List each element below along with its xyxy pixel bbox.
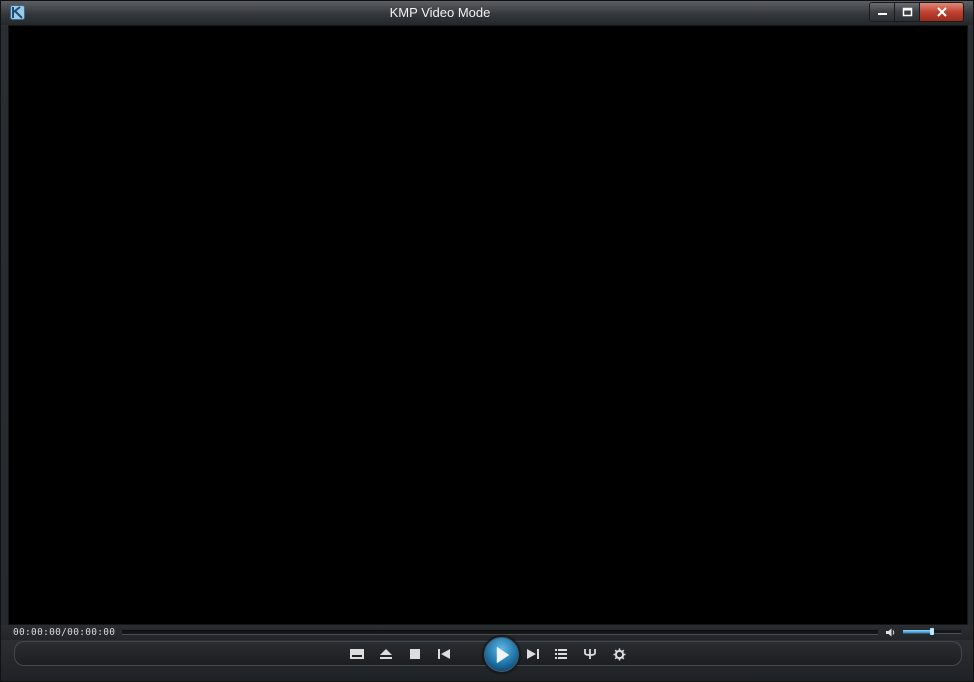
window-title: KMP Video Mode [389,5,491,20]
volume-slider[interactable] [903,628,961,635]
video-area[interactable] [8,25,968,625]
previous-track-icon [438,649,450,659]
control-panel [14,636,962,673]
subtitle-button[interactable] [346,643,368,665]
playlist-button[interactable] [550,643,572,665]
seek-bar[interactable] [122,630,878,635]
equalizer-icon [584,649,596,659]
equalizer-button[interactable] [579,643,601,665]
window-controls [869,2,964,22]
next-button[interactable] [522,643,544,665]
close-icon [936,7,947,17]
eject-button[interactable] [375,643,397,665]
time-display: 00:00:00/00:00:00 [13,627,116,638]
playlist-icon [555,649,567,659]
minimize-icon [877,13,887,15]
previous-button[interactable] [433,643,455,665]
maximize-icon [902,7,912,17]
seek-row: 00:00:00/00:00:00 [1,625,973,640]
play-icon [496,646,509,663]
eject-icon [380,649,392,659]
gear-icon [613,648,625,660]
subtitle-icon [350,649,364,659]
play-button[interactable] [483,636,520,673]
minimize-button[interactable] [870,3,895,21]
stop-button[interactable] [404,643,426,665]
volume-fill [903,630,932,633]
maximize-button[interactable] [895,3,920,21]
kmplayer-window: KMP Video Mode 00:00:00/00:00:00 [0,0,974,682]
volume-knob[interactable] [930,628,934,635]
close-button[interactable] [920,3,963,21]
title-bar[interactable]: KMP Video Mode [1,1,973,25]
control-bar [1,636,973,681]
stop-icon [410,649,420,659]
speaker-icon[interactable] [885,627,896,638]
settings-button[interactable] [608,643,630,665]
next-track-icon [527,649,539,659]
